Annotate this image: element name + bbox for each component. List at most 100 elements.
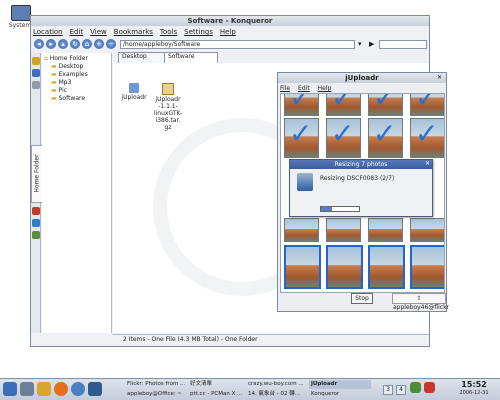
menu-help[interactable]: Help [318,84,332,93]
photo-thumbnail[interactable] [410,218,444,242]
location-input[interactable]: /home/appleboy/Software [120,40,355,49]
task-terminal[interactable]: appleboy@Office: ~ [125,390,187,399]
services-icon[interactable] [32,231,40,239]
menu-location[interactable]: Location [33,27,63,37]
file-item-juploadr-folder[interactable]: jUploadr [117,83,151,101]
zoom-in-icon[interactable]: + [94,39,104,49]
firefox-icon[interactable] [54,382,68,396]
tree-item-software[interactable]: ▬ Software [51,95,85,102]
task-crazy-wu-boy[interactable]: crazy.wu-boy.com ... [246,380,308,389]
desktop-pager-4[interactable]: 4 [396,385,406,395]
menu-edit[interactable]: Edit [298,84,310,93]
history-icon[interactable] [32,81,40,89]
photo-icon [297,173,313,191]
go-icon[interactable]: ▶ [369,40,377,49]
window-title: Software - Konqueror [31,16,429,26]
photo-thumbnail-selected[interactable] [284,245,321,289]
zoom-out-icon[interactable]: − [106,39,116,49]
forward-icon[interactable]: ▸ [46,39,56,49]
input-method-icon[interactable] [410,382,421,393]
clock-date: 2006-12-31 [459,390,489,396]
photo-thumbnail[interactable] [368,218,403,242]
devices-icon[interactable] [32,69,40,77]
upload-icon: ⇧ [416,295,422,302]
menu-settings[interactable]: Settings [184,27,213,37]
progress-fill [321,207,333,211]
tree-item-mp3[interactable]: ▬ Mp3 [51,79,71,86]
file-label-line: -1.1.1- [158,103,178,110]
tree-label: Pic [58,87,68,94]
tab-label: Software [168,53,195,60]
photo-thumbnail[interactable]: ✓ [368,93,403,116]
file-label-line: i386.tar. [155,117,181,124]
terminal-icon[interactable] [88,382,102,396]
photo-thumbnail[interactable]: ✓ [368,118,403,158]
photo-thumbnail-selected[interactable] [410,245,444,289]
checkmark-icon: ✓ [289,117,313,150]
task-article-list[interactable]: 好文清單 [188,380,245,389]
menu-edit[interactable]: Edit [70,27,84,37]
file-item-juploadr-archive[interactable]: jUploadr -1.1.1- linuxGTK- i386.tar. gz [151,83,185,131]
checkmark-icon: ✓ [373,117,397,150]
folder-icon: ▬ [51,87,57,94]
root-folder-icon[interactable] [32,219,40,227]
kmenu-icon[interactable] [3,382,17,396]
file-label-line: jUploadr [155,96,181,103]
menu-tools[interactable]: Tools [160,27,177,37]
photo-thumbnail[interactable]: ✓ [410,94,444,116]
menu-view[interactable]: View [90,27,107,37]
photo-thumbnail[interactable]: ✓ [326,118,361,158]
task-pcman[interactable]: ptt.cc - PCMan X ... [188,390,245,399]
photo-thumbnail[interactable]: ✓ [326,93,361,116]
task-weather[interactable]: 14. 氣象台 - 02 轉... [246,390,308,399]
tree-label: Home Folder [49,55,88,62]
photo-thumbnail[interactable] [326,218,361,242]
account-button[interactable]: ⇧ appleboy46@flickr [392,293,449,311]
tree-item-examples[interactable]: ▬ Examples [51,71,88,78]
url-dropdown-icon[interactable]: ▾ [358,40,366,49]
tree-item-home-folder[interactable]: ⌂ Home Folder [44,55,88,62]
photo-thumbnail-selected[interactable] [326,245,363,289]
menu-bookmarks[interactable]: Bookmarks [114,27,153,37]
account-label: appleboy46@flickr [393,304,450,311]
close-icon[interactable]: ✕ [425,160,430,167]
home-folder-icon[interactable] [37,382,51,396]
tab-bar: Desktop Software [114,52,428,64]
photo-thumbnail-selected[interactable] [368,245,405,289]
photo-thumbnail[interactable]: ✓ [284,118,319,158]
search-input[interactable] [379,40,427,49]
folder-icon: ▬ [51,79,57,86]
back-icon[interactable]: ◂ [34,39,44,49]
task-konqueror[interactable]: Konqueror [309,390,371,399]
stop-button[interactable]: Stop [351,293,373,304]
tree-item-desktop[interactable]: ▬ Desktop [51,63,83,70]
tree-item-pic[interactable]: ▬ Pic [51,87,67,94]
folder-icon: ▬ [51,71,57,78]
desktop-pager-3[interactable]: 3 [383,385,393,395]
photo-thumbnail[interactable] [284,218,319,242]
resizing-dialog: Resizing 7 photos ✕ Resizing DSCF0083 (2… [289,159,433,217]
tray-app-icon[interactable] [424,382,435,393]
clock[interactable]: 15:52 2006-12-31 [451,380,497,397]
home-icon[interactable]: ⌂ [82,39,92,49]
checkmark-icon: ✓ [373,93,397,114]
reload-icon[interactable]: ↻ [70,39,80,49]
konqueror-icon[interactable] [71,382,85,396]
task-juploadr[interactable]: jUploadr [309,380,371,389]
task-flickr[interactable]: Flickr: Photos from ... [125,380,187,389]
tree-label: Mp3 [58,79,72,86]
tree-label: Software [58,95,86,102]
photo-thumbnail[interactable]: ✓ [284,94,319,116]
show-desktop-icon[interactable] [20,382,34,396]
up-icon[interactable]: ▴ [58,39,68,49]
progress-bar [320,206,360,212]
bookmarks-icon[interactable] [32,57,40,65]
checkmark-icon: ✓ [331,93,355,114]
menu-file[interactable]: File [280,84,290,93]
archive-icon [162,83,174,95]
folder-tree: ⌂ Home Folder ▬ Desktop ▬ Examples ▬ Mp3… [42,53,112,333]
photo-thumbnail[interactable]: ✓ [410,118,444,158]
close-icon[interactable]: ✕ [437,74,442,81]
network-icon[interactable] [32,207,40,215]
menu-help[interactable]: Help [220,27,236,37]
